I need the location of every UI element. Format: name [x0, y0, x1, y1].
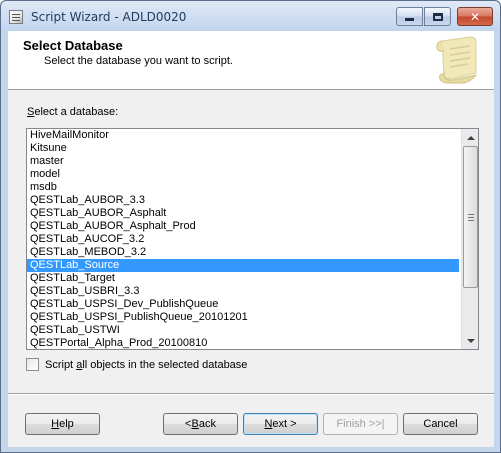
- footer-divider: [8, 393, 494, 395]
- finish-button[interactable]: Finish >>|: [323, 413, 398, 435]
- grip-icon: [467, 213, 474, 221]
- database-listbox[interactable]: HiveMailMonitor Kitsune master model msdb QES…: [26, 128, 479, 350]
- close-icon: ✕: [469, 9, 481, 24]
- minimize-button[interactable]: [396, 7, 423, 26]
- database-list-item[interactable]: QESTLab_AUBOR_Asphalt: [27, 207, 459, 220]
- page-subtitle: Select the database you want to script.: [44, 55, 233, 67]
- arrow-up-icon: [466, 135, 475, 140]
- database-list-item[interactable]: master: [27, 155, 459, 168]
- script-wizard-window: Script Wizard - ADLD0020 ✕ Select Databa…: [0, 0, 501, 453]
- arrow-down-icon: [466, 338, 475, 343]
- wizard-header: Select Database Select the database you …: [8, 31, 494, 90]
- script-all-label[interactable]: Script all objects in the selected datab…: [45, 359, 247, 371]
- database-list-item[interactable]: QESTLab_AUBOR_3.3: [27, 194, 459, 207]
- database-list-item[interactable]: msdb: [27, 181, 459, 194]
- database-list[interactable]: HiveMailMonitor Kitsune master model msdb QES…: [27, 129, 459, 349]
- window-title: Script Wizard - ADLD0020: [31, 10, 187, 24]
- scroll-up-button[interactable]: [462, 129, 478, 146]
- back-button[interactable]: < Back: [163, 413, 238, 435]
- database-list-item[interactable]: QESTLab_Target: [27, 272, 459, 285]
- script-all-row[interactable]: Script all objects in the selected datab…: [26, 357, 247, 372]
- cancel-button[interactable]: Cancel: [403, 413, 478, 435]
- title-bar[interactable]: Script Wizard - ADLD0020 ✕: [1, 1, 500, 31]
- scrollbar-thumb[interactable]: [463, 146, 478, 288]
- scroll-down-button[interactable]: [462, 332, 478, 349]
- parchment-scroll-icon: [436, 36, 478, 84]
- vertical-scrollbar[interactable]: [461, 129, 478, 349]
- database-list-item[interactable]: QESTLab_USPSI_Dev_PublishQueue: [27, 298, 459, 311]
- page-title: Select Database: [23, 38, 123, 53]
- wizard-body: Select Database Select the database you …: [8, 31, 494, 447]
- database-list-item[interactable]: QESTLab_MEBOD_3.2: [27, 246, 459, 259]
- database-list-item[interactable]: model: [27, 168, 459, 181]
- database-list-item[interactable]: QESTLab_Source: [27, 259, 459, 272]
- script-all-checkbox[interactable]: [26, 358, 39, 371]
- script-document-icon: [9, 10, 23, 24]
- close-button[interactable]: ✕: [457, 7, 493, 26]
- database-list-item[interactable]: Kitsune: [27, 142, 459, 155]
- database-list-item[interactable]: QESTPortal_Alpha_Prod_20100810: [27, 337, 459, 349]
- minimize-icon: [405, 18, 414, 21]
- maximize-icon: [432, 12, 443, 21]
- next-button[interactable]: Next >: [243, 413, 318, 435]
- maximize-button[interactable]: [424, 7, 451, 26]
- help-button[interactable]: Help: [25, 413, 100, 435]
- database-list-label: Select a database:: [27, 106, 119, 118]
- database-list-item[interactable]: QESTLab_AUBOR_Asphalt_Prod: [27, 220, 459, 233]
- database-list-item[interactable]: QESTLab_AUCOF_3.2: [27, 233, 459, 246]
- database-list-item[interactable]: QESTLab_USPSI_PublishQueue_20101201: [27, 311, 459, 324]
- database-list-item[interactable]: HiveMailMonitor: [27, 129, 459, 142]
- database-list-item[interactable]: QESTLab_USBRI_3.3: [27, 285, 459, 298]
- database-list-item[interactable]: QESTLab_USTWI: [27, 324, 459, 337]
